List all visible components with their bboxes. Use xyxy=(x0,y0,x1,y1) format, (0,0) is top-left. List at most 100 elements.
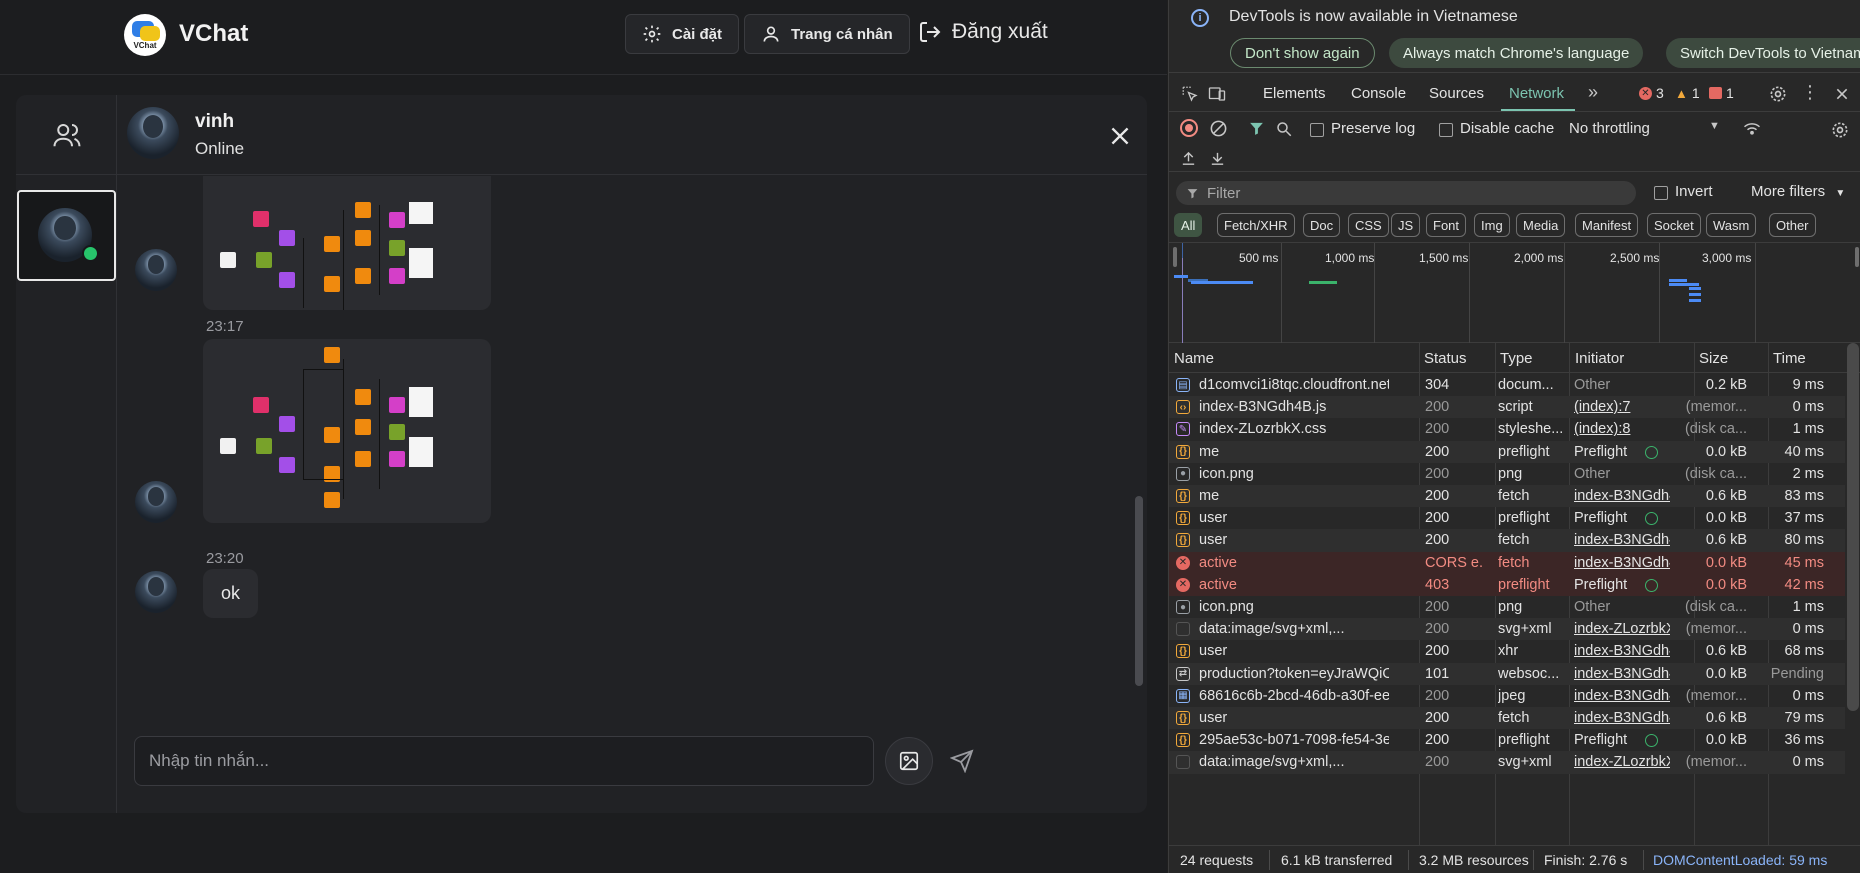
warning-count[interactable]: ▲ 1 xyxy=(1675,85,1700,101)
switch-language-button[interactable]: Switch DevTools to Vietnam xyxy=(1666,38,1860,68)
table-row[interactable]: {} me 200 preflight Preflight 0.0 kB 40 ms xyxy=(1169,440,1845,463)
request-initiator[interactable]: index-ZLozrbkX.css xyxy=(1574,754,1670,770)
request-initiator[interactable]: index-B3NGdh4B.js xyxy=(1574,710,1670,726)
request-initiator[interactable]: index-B3NGdh4B.js xyxy=(1574,555,1670,571)
preserve-log-checkbox[interactable] xyxy=(1310,123,1324,137)
column-type[interactable]: Type xyxy=(1500,350,1533,367)
export-har-icon[interactable] xyxy=(1209,150,1226,167)
table-row[interactable]: ✕ active 403 preflight Preflight 0.0 kB 42 ms xyxy=(1169,573,1845,596)
request-initiator[interactable]: index-B3NGdh4B.js xyxy=(1574,488,1670,504)
invert-checkbox[interactable] xyxy=(1654,186,1668,200)
device-toolbar-icon[interactable] xyxy=(1207,85,1227,103)
table-row[interactable]: ▤ d1comvci1i8tqc.cloudfront.net 304 docum..… xyxy=(1169,374,1845,396)
chip-wasm[interactable]: Wasm xyxy=(1706,213,1757,237)
column-initiator[interactable]: Initiator xyxy=(1575,350,1624,367)
tab-console[interactable]: Console xyxy=(1351,85,1406,102)
network-overview-timeline[interactable]: 500 ms 1,000 ms 1,500 ms 2,000 ms 2,500 … xyxy=(1169,243,1860,343)
request-initiator[interactable]: index-B3NGdh4B.js xyxy=(1574,666,1670,682)
header-avatar[interactable] xyxy=(127,107,179,159)
table-row[interactable]: ✕ active CORS e... fetch index-B3NGdh4B.js 0.… xyxy=(1169,551,1845,574)
search-icon[interactable] xyxy=(1275,120,1293,138)
chip-font[interactable]: Font xyxy=(1426,213,1467,237)
table-row[interactable]: {} user 200 fetch index-B3NGdh4B.js 0.6 kB 79 … xyxy=(1169,707,1845,730)
import-har-icon[interactable] xyxy=(1180,150,1197,167)
table-row[interactable]: ● icon.png 200 png Other (disk ca... 2 ms xyxy=(1169,463,1845,485)
table-row[interactable]: {} user 200 xhr index-B3NGdh4B.js 0.6 kB 68 ms xyxy=(1169,640,1845,662)
network-settings-icon[interactable] xyxy=(1830,120,1850,140)
tab-network[interactable]: Network xyxy=(1509,85,1564,102)
chip-all[interactable]: All xyxy=(1174,213,1203,237)
request-initiator[interactable]: index-ZLozrbkX.css xyxy=(1574,621,1670,637)
request-initiator[interactable]: index-B3NGdh4B.js xyxy=(1574,643,1670,659)
table-row[interactable]: ‹› index-B3NGdh4B.js 200 script (index):7 (me… xyxy=(1169,396,1845,419)
request-initiator[interactable]: (index):8 xyxy=(1574,421,1670,437)
table-row[interactable]: {} user 200 preflight Preflight 0.0 kB 37 ms xyxy=(1169,507,1845,529)
table-row[interactable]: data:image/svg+xml,... 200 svg+xml index-ZL… xyxy=(1169,618,1845,641)
kebab-menu-icon[interactable]: ⋮ xyxy=(1801,82,1819,103)
conversation-item-vinh[interactable] xyxy=(17,190,116,281)
attach-image-button[interactable] xyxy=(885,737,933,785)
chip-manifest[interactable]: Manifest xyxy=(1575,213,1639,237)
image-message[interactable] xyxy=(203,339,491,523)
tab-elements[interactable]: Elements xyxy=(1263,85,1326,102)
disable-cache-checkbox[interactable] xyxy=(1439,123,1453,137)
table-row[interactable]: data:image/svg+xml,... 200 svg+xml index-ZL… xyxy=(1169,751,1845,774)
column-name[interactable]: Name xyxy=(1174,350,1214,367)
column-size[interactable]: Size xyxy=(1699,350,1728,367)
vchat-logo[interactable]: VChat xyxy=(124,14,166,56)
logout-button[interactable]: Đăng xuất xyxy=(918,20,1048,44)
more-filters-dropdown[interactable]: More filters ▼ xyxy=(1751,183,1845,200)
message-list[interactable]: 23:17 23:20 ok xyxy=(117,176,1147,736)
requests-scrollbar[interactable] xyxy=(1847,343,1859,711)
column-status[interactable]: Status xyxy=(1424,350,1467,367)
table-row[interactable]: ▦ 68616c6b-2bcd-46db-a30f-ee... 200 jpeg ind… xyxy=(1169,685,1845,707)
message-scrollbar[interactable] xyxy=(1135,496,1143,686)
preflight-link-icon[interactable] xyxy=(1645,578,1658,592)
chip-fetch-xhr[interactable]: Fetch/XHR xyxy=(1217,213,1295,237)
close-icon[interactable] xyxy=(1107,123,1133,149)
chip-js[interactable]: JS xyxy=(1391,213,1421,237)
filter-icon[interactable] xyxy=(1248,120,1265,137)
request-initiator[interactable]: index-B3NGdh4B.js xyxy=(1574,532,1670,548)
requests-table-body[interactable]: ▤ d1comvci1i8tqc.cloudfront.net 304 docum..… xyxy=(1169,374,1845,845)
column-time[interactable]: Time xyxy=(1773,350,1806,367)
timeline-handle-right[interactable] xyxy=(1855,247,1859,267)
close-devtools-icon[interactable] xyxy=(1834,86,1850,102)
error-count[interactable]: ✕ 3 xyxy=(1639,85,1664,101)
inspect-element-icon[interactable] xyxy=(1181,85,1199,103)
dont-show-again-button[interactable]: Don't show again xyxy=(1230,38,1375,68)
more-tabs-icon[interactable]: » xyxy=(1588,82,1598,103)
table-row[interactable]: {} user 200 fetch index-B3NGdh4B.js 0.6 kB 80 … xyxy=(1169,529,1845,552)
table-row[interactable]: ● icon.png 200 png Other (disk ca... 1 ms xyxy=(1169,596,1845,618)
settings-gear-icon[interactable] xyxy=(1768,84,1788,104)
table-row[interactable]: {} 295ae53c-b071-7098-fe54-3ee... 200 prefl… xyxy=(1169,729,1845,751)
request-initiator[interactable]: index-B3NGdh4B.js xyxy=(1574,688,1670,704)
chip-img[interactable]: Img xyxy=(1474,213,1510,237)
table-row[interactable]: ✎ index-ZLozrbkX.css 200 styleshe... (index)… xyxy=(1169,418,1845,440)
chip-doc[interactable]: Doc xyxy=(1303,213,1341,237)
send-button[interactable] xyxy=(937,737,987,785)
record-icon[interactable] xyxy=(1180,119,1198,137)
match-chrome-language-button[interactable]: Always match Chrome's language xyxy=(1389,38,1644,68)
network-conditions-icon[interactable] xyxy=(1742,120,1762,138)
contacts-button[interactable] xyxy=(16,95,117,175)
chip-media[interactable]: Media xyxy=(1516,213,1566,237)
preflight-link-icon[interactable] xyxy=(1645,445,1658,459)
message-input[interactable] xyxy=(134,736,874,786)
profile-button[interactable]: Trang cá nhân xyxy=(744,14,910,54)
clear-icon[interactable] xyxy=(1209,119,1228,138)
tab-sources[interactable]: Sources xyxy=(1429,85,1484,102)
filter-input[interactable]: Filter xyxy=(1176,181,1636,205)
chip-socket[interactable]: Socket xyxy=(1647,213,1701,237)
issue-count[interactable]: 1 xyxy=(1709,85,1734,101)
brand-name[interactable]: VChat xyxy=(179,20,248,48)
chip-other[interactable]: Other xyxy=(1769,213,1816,237)
table-row[interactable]: {} me 200 fetch index-B3NGdh4B.js 0.6 kB 83 ms xyxy=(1169,485,1845,508)
request-initiator[interactable]: (index):7 xyxy=(1574,399,1670,415)
image-message[interactable] xyxy=(203,176,491,310)
timeline-handle-left[interactable] xyxy=(1173,247,1177,267)
throttling-select[interactable]: No throttling xyxy=(1569,120,1650,137)
settings-button[interactable]: Cài đặt xyxy=(625,14,740,54)
chevron-down-icon[interactable]: ▼ xyxy=(1709,120,1720,132)
chip-css[interactable]: CSS xyxy=(1348,213,1389,237)
